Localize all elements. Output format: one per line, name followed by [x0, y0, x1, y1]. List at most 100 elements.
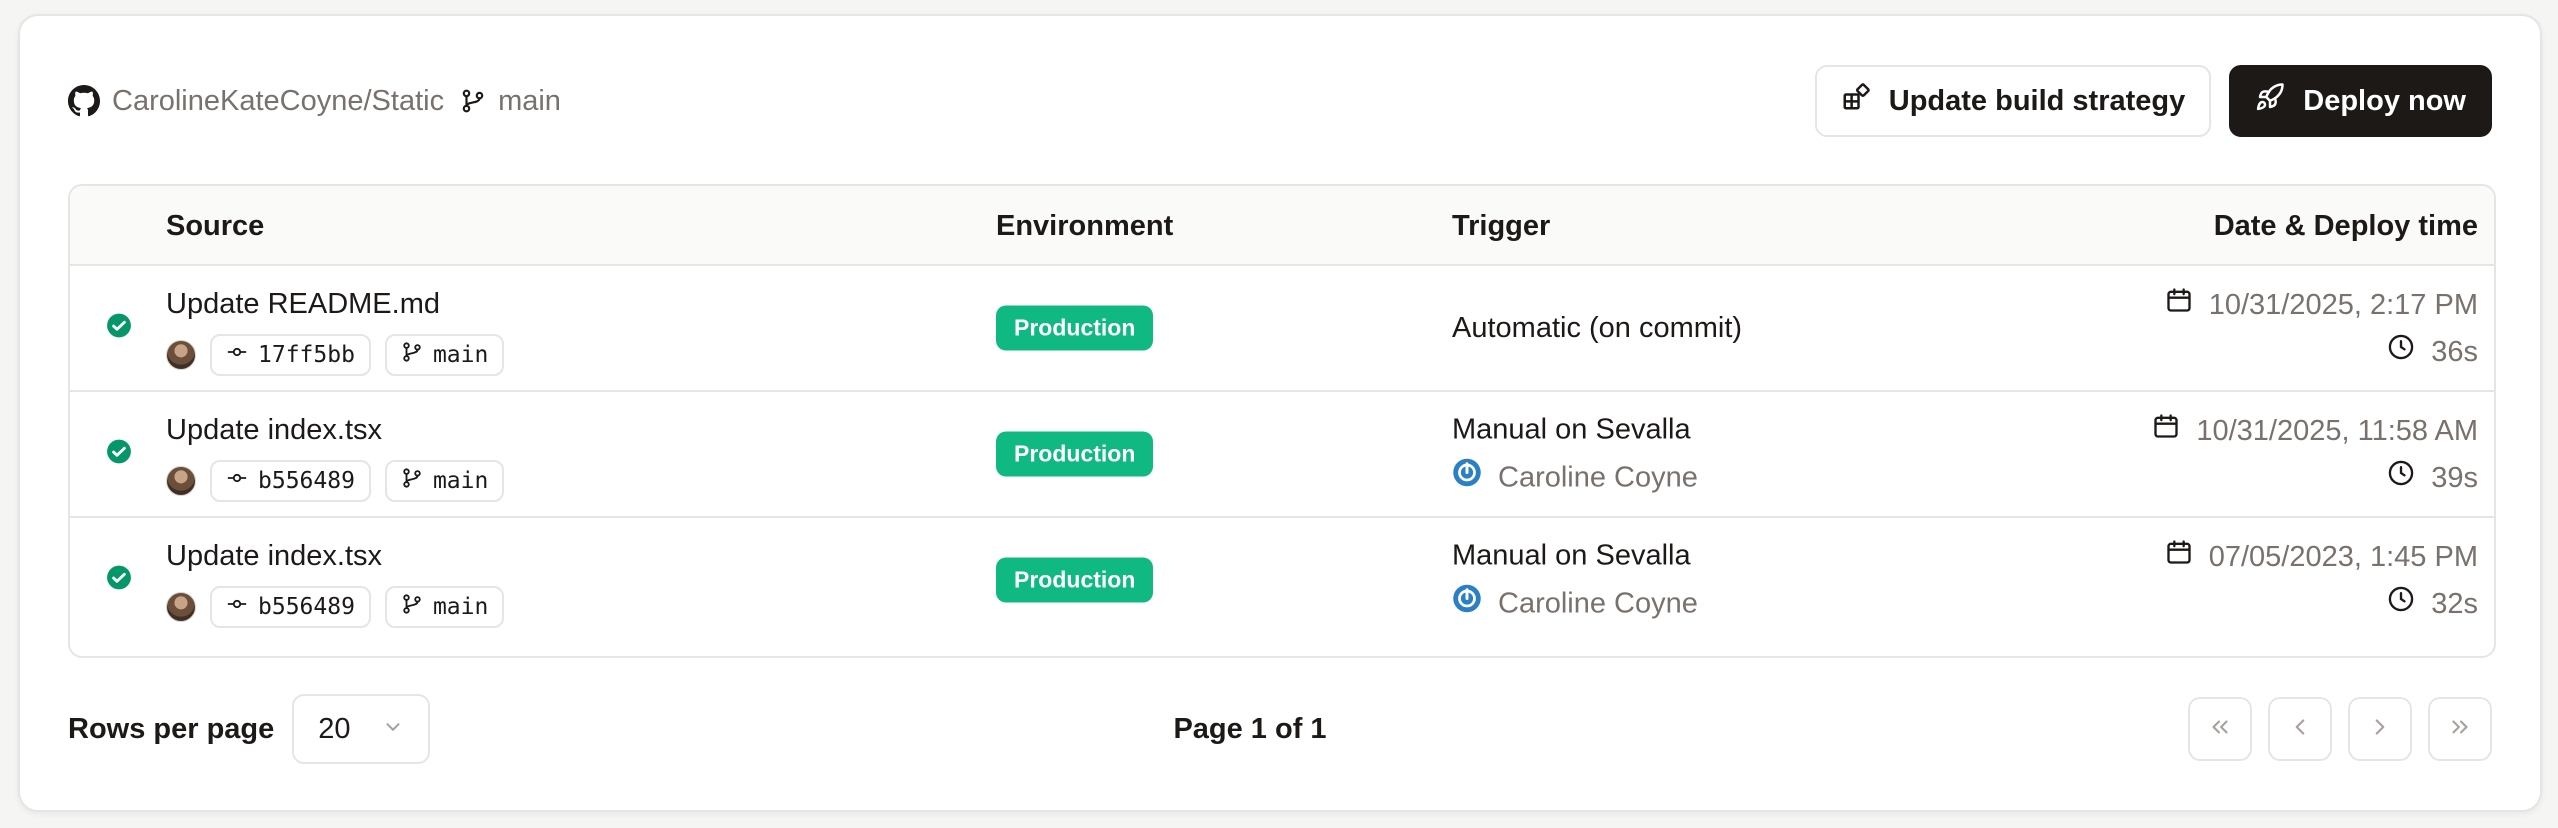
rows-per-page-select[interactable]: 20 [292, 694, 431, 764]
table-row[interactable]: Update index.tsx b556489 main Production [70, 392, 2494, 518]
git-branch-icon [460, 88, 486, 114]
git-branch-icon [401, 593, 423, 621]
source-cell: Update index.tsx b556489 main [166, 412, 505, 502]
environment-cell: Production [996, 557, 1154, 603]
branch-chip[interactable]: main [384, 334, 505, 376]
chevrons-left-icon [2207, 714, 2233, 745]
date-cell: 10/31/2025, 2:17 PM 36s [2165, 286, 2478, 370]
environment-cell: Production [996, 305, 1154, 351]
deploy-duration: 36s [2431, 335, 2478, 368]
column-environment: Environment [996, 209, 1174, 242]
commit-hash: b556489 [258, 468, 355, 494]
deploy-date: 10/31/2025, 11:58 AM [2196, 414, 2478, 447]
deployments-table: Source Environment Trigger Date & Deploy… [68, 184, 2496, 658]
clock-icon [2387, 459, 2415, 496]
trigger-cell: Manual on Sevalla Caroline Coyne [1452, 412, 1698, 497]
trigger-cell: Manual on Sevalla Caroline Coyne [1452, 538, 1698, 623]
trigger-cell: Automatic (on commit) [1452, 310, 1742, 346]
check-circle-icon [106, 439, 132, 470]
check-circle-icon [106, 313, 132, 344]
table-row[interactable]: Update README.md 17ff5bb main Production [70, 266, 2494, 392]
triggered-by: Caroline Coyne [1452, 584, 1698, 623]
previous-page-button[interactable] [2268, 697, 2332, 761]
check-circle-icon [106, 565, 132, 596]
avatar [166, 592, 196, 622]
page-info: Page 1 of 1 [1173, 712, 1327, 745]
git-commit-icon [226, 593, 248, 621]
commit-chip[interactable]: b556489 [210, 586, 371, 628]
avatar [166, 466, 196, 496]
deploy-duration: 39s [2431, 461, 2478, 494]
column-trigger: Trigger [1452, 209, 1551, 242]
git-commit-icon [226, 341, 248, 369]
git-branch-icon [401, 467, 423, 495]
triggered-by-name: Caroline Coyne [1498, 587, 1698, 619]
next-page-button[interactable] [2348, 697, 2412, 761]
table-row[interactable]: Update index.tsx b556489 main Production [70, 518, 2494, 642]
date-cell: 10/31/2025, 11:58 AM 39s [2152, 412, 2478, 496]
chevron-down-icon [382, 713, 404, 746]
deploy-date: 07/05/2023, 1:45 PM [2208, 540, 2478, 573]
rows-per-page: Rows per page 20 [68, 694, 431, 764]
git-branch-icon [401, 341, 423, 369]
date-cell: 07/05/2023, 1:45 PM 32s [2165, 538, 2478, 622]
column-source: Source [166, 209, 265, 242]
trigger-text: Manual on Sevalla [1452, 539, 1691, 572]
rows-per-page-label: Rows per page [68, 712, 275, 745]
sevalla-icon [1452, 458, 1482, 497]
sevalla-icon [1452, 584, 1482, 623]
table-footer: Rows per page 20 Page 1 of 1 [68, 692, 2492, 766]
git-commit-icon [226, 467, 248, 495]
deploy-date: 10/31/2025, 2:17 PM [2208, 288, 2478, 321]
chevrons-right-icon [2447, 714, 2473, 745]
calendar-icon [2165, 286, 2193, 323]
commit-title[interactable]: Update index.tsx [166, 412, 504, 448]
table-header: Source Environment Trigger Date & Deploy… [70, 186, 2494, 266]
deployments-card: CarolineKateCoyne/Static main Update bui… [18, 14, 2542, 812]
branch-name: main [432, 468, 489, 494]
commit-title[interactable]: Update README.md [166, 286, 504, 322]
github-icon [68, 85, 100, 117]
source-cell: Update README.md 17ff5bb main [166, 286, 505, 376]
commit-chip[interactable]: 17ff5bb [210, 334, 371, 376]
rocket-icon [2255, 82, 2285, 120]
calendar-icon [2165, 538, 2193, 575]
commit-meta: b556489 main [166, 586, 505, 628]
branch-chip[interactable]: main [384, 460, 505, 502]
column-date: Date & Deploy time [2213, 209, 2478, 242]
first-page-button[interactable] [2188, 697, 2252, 761]
source-cell: Update index.tsx b556489 main [166, 538, 505, 628]
update-build-strategy-button[interactable]: Update build strategy [1814, 65, 2212, 137]
pagination [2188, 697, 2492, 761]
repo-branch-name: main [498, 84, 561, 117]
commit-hash: b556489 [258, 594, 355, 620]
commit-hash: 17ff5bb [258, 342, 355, 368]
branch-chip[interactable]: main [384, 586, 505, 628]
environment-badge: Production [996, 305, 1154, 351]
last-page-button[interactable] [2428, 697, 2492, 761]
commit-meta: 17ff5bb main [166, 334, 505, 376]
commit-title[interactable]: Update index.tsx [166, 538, 504, 574]
environment-badge: Production [996, 557, 1154, 603]
layout-icon [1841, 82, 1871, 120]
trigger-text: Automatic (on commit) [1452, 312, 1743, 344]
chevron-left-icon [2287, 714, 2313, 745]
trigger-text: Manual on Sevalla [1452, 413, 1691, 446]
deploy-now-label: Deploy now [2303, 84, 2466, 117]
update-build-strategy-label: Update build strategy [1888, 84, 2186, 117]
deploy-now-button[interactable]: Deploy now [2229, 65, 2492, 137]
repo-name[interactable]: CarolineKateCoyne/Static [112, 85, 444, 118]
environment-cell: Production [996, 431, 1154, 477]
chevron-right-icon [2367, 714, 2393, 745]
clock-icon [2387, 585, 2415, 622]
deploy-duration: 32s [2431, 587, 2478, 620]
avatar [166, 340, 196, 370]
branch-name: main [432, 342, 489, 368]
commit-chip[interactable]: b556489 [210, 460, 371, 502]
environment-badge: Production [996, 431, 1154, 477]
triggered-by-name: Caroline Coyne [1498, 461, 1698, 493]
card-header: CarolineKateCoyne/Static main Update bui… [68, 64, 2492, 138]
header-actions: Update build strategy Deploy now [1814, 65, 2492, 137]
commit-meta: b556489 main [166, 460, 505, 502]
repo-branch: main [460, 85, 561, 118]
